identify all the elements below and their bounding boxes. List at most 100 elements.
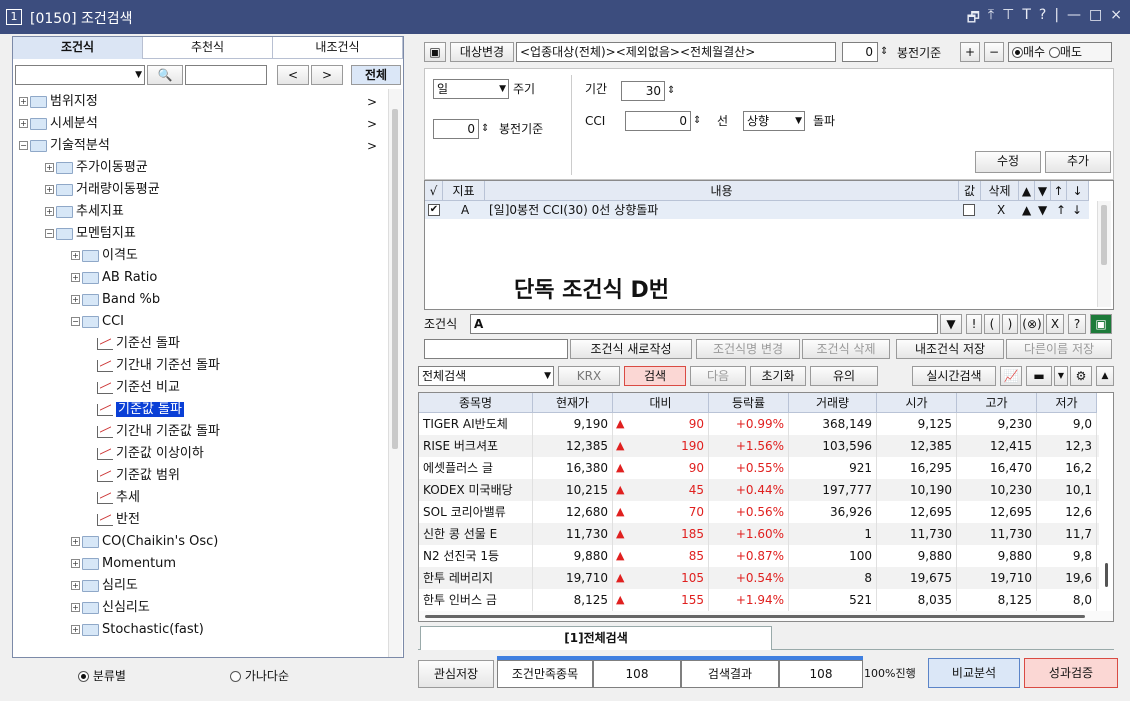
add-button[interactable]: 추가 (1045, 151, 1111, 173)
bong-basis-spin-icon[interactable]: ⇕ (481, 121, 489, 137)
sell-radio[interactable] (1048, 47, 1060, 58)
always-top-icon[interactable]: ⊤ (1002, 7, 1014, 31)
search-icon[interactable]: 🔍 (147, 65, 183, 85)
list-dropdown-icon[interactable]: ▼ (1054, 366, 1068, 386)
results-hscroll[interactable] (419, 611, 1113, 621)
expand-toggle-icon[interactable]: + (45, 207, 54, 216)
xor-button[interactable]: (⊗) (1020, 314, 1044, 334)
expand-toggle-icon[interactable]: + (71, 295, 80, 304)
expand-toggle-icon[interactable]: − (45, 229, 54, 238)
new-condition-button[interactable]: 조건식 새로작성 (570, 339, 692, 359)
table-row[interactable]: 신한 콩 선물 E 11,730 ▲ 185 +1.60% 1 11,730 11,730 11… (419, 523, 1099, 545)
maximize-icon[interactable]: □ (1089, 7, 1102, 31)
tree-item[interactable]: + AB Ratio (71, 267, 157, 289)
tree-item[interactable]: + Stochastic(fast) (71, 619, 204, 641)
chart-icon[interactable]: 📈 (1000, 366, 1022, 386)
tree-scrollbar[interactable] (388, 89, 402, 657)
tree-item[interactable]: − 기술적분석 (19, 135, 110, 157)
layout-icon[interactable]: ▣ (424, 42, 446, 62)
tree-item[interactable]: + 거래량이동평균 (45, 179, 160, 201)
delete-condition[interactable]: X (997, 202, 1005, 218)
fav-save-button[interactable]: 관심저장 (418, 660, 494, 688)
table-row[interactable]: 에셋플러스 글 16,380 ▲ 90 +0.55% 921 16,295 16,470 16,… (419, 457, 1099, 479)
tree-scroll-thumb[interactable] (392, 109, 398, 449)
help-icon[interactable]: ? (1039, 7, 1046, 31)
reset-button[interactable]: 초기화 (750, 366, 806, 386)
formula-dropdown-icon[interactable]: ▼ (940, 314, 962, 334)
plus-button[interactable]: + (960, 42, 980, 62)
expand-toggle-icon[interactable]: − (19, 141, 28, 150)
open-paren-button[interactable]: ( (984, 314, 1000, 334)
realtime-search-button[interactable]: 실시간검색 (912, 366, 996, 386)
results-hscroll-thumb[interactable] (425, 615, 1085, 618)
expand-toggle-icon[interactable]: + (45, 163, 54, 172)
collapse-icon[interactable]: ▲ (1096, 366, 1114, 386)
tree-item[interactable]: + 신심리도 (71, 597, 150, 619)
tree-item[interactable]: 기준값 돌파 (97, 399, 184, 421)
close-paren-button[interactable]: ) (1002, 314, 1018, 334)
condition-scrollbar[interactable] (1097, 201, 1111, 307)
tree-item[interactable]: 기준값 이상이하 (97, 443, 204, 465)
condition-name-field[interactable] (424, 339, 568, 359)
term-field[interactable]: 30 (621, 81, 665, 101)
table-row[interactable]: 한투 레버리지 19,710 ▲ 105 +0.54% 8 19,675 19,710 19,6 (419, 567, 1099, 589)
expand-toggle-icon[interactable]: + (19, 119, 28, 128)
direction-select[interactable]: 상향 ▼ (743, 111, 805, 131)
tree-item[interactable]: + Momentum (71, 553, 176, 575)
formula-field[interactable]: A (470, 314, 938, 334)
condition-scroll-thumb[interactable] (1101, 205, 1107, 265)
expand-toggle-icon[interactable]: + (71, 559, 80, 568)
expand-toggle-icon[interactable]: + (71, 251, 80, 260)
tree-item[interactable]: + Band %b (71, 289, 160, 311)
excel-icon[interactable]: ▣ (1090, 314, 1112, 334)
category-select[interactable]: ▼ (15, 65, 145, 85)
table-row[interactable]: KODEX 미국배당 10,215 ▲ 45 +0.44% 197,777 10,190 10… (419, 479, 1099, 501)
move-down-icon[interactable]: ▼ (1038, 202, 1047, 218)
minus-button[interactable]: − (984, 42, 1004, 62)
tree-item[interactable]: + 추세지표 (45, 201, 124, 223)
expand-toggle-icon[interactable]: + (71, 625, 80, 634)
next-page-button[interactable]: 다음 (690, 366, 746, 386)
tree-item[interactable]: + 범위지정 (19, 91, 98, 113)
expand-toggle-icon[interactable]: + (71, 273, 80, 282)
performance-verify-button[interactable]: 성과검증 (1024, 658, 1118, 688)
close-icon[interactable]: × (1110, 7, 1122, 31)
expand-toggle-icon[interactable]: + (71, 537, 80, 546)
move-top-icon[interactable]: ↑ (1056, 202, 1066, 218)
tree-item[interactable]: − CCI (71, 311, 124, 333)
tree-item[interactable]: 기간내 기준선 돌파 (97, 355, 220, 377)
tab-my-conditions[interactable]: 내조건식 (273, 37, 403, 59)
cci-spin-icon[interactable]: ⇕ (693, 113, 701, 129)
minimize-icon[interactable]: — (1067, 7, 1081, 31)
expand-toggle-icon[interactable]: + (71, 581, 80, 590)
radio-by-category[interactable]: 분류별 (78, 668, 126, 684)
value-checkbox[interactable] (963, 204, 975, 216)
settings-gear-icon[interactable]: ⚙ (1070, 366, 1092, 386)
tree-item[interactable]: 기준값 범위 (97, 465, 180, 487)
restore-icon[interactable]: 🗗 (967, 7, 980, 31)
rename-condition-button[interactable]: 조건식명 변경 (696, 339, 800, 359)
caution-button[interactable]: 유의 (810, 366, 878, 386)
target-text-field[interactable]: <업종대상(전체)><제외없음><전체월결산> (516, 42, 836, 62)
scope-select[interactable]: 전체검색 ▼ (418, 366, 554, 386)
change-target-button[interactable]: 대상변경 (450, 42, 514, 62)
tab-all-search[interactable]: [1]전체검색 (420, 626, 772, 650)
tree-item[interactable]: 반전 (97, 509, 140, 531)
condition-row[interactable]: ✔ A [일]0봉전 CCI(30) 0선 상향돌파 X ▲ ▼ ↑ ↓ (425, 201, 1089, 219)
search-button[interactable]: 검색 (624, 366, 686, 386)
table-row[interactable]: RISE 버크셔포 12,385 ▲ 190 +1.56% 103,596 12,385 12… (419, 435, 1099, 457)
table-row[interactable]: SOL 코리아밸류 12,680 ▲ 70 +0.56% 36,926 12,695 12,6… (419, 501, 1099, 523)
formula-help-button[interactable]: ? (1068, 314, 1086, 334)
radio-alphabetical[interactable]: 가나다순 (230, 668, 289, 684)
edit-button[interactable]: 수정 (975, 151, 1041, 173)
pin-icon[interactable]: ⤒ (988, 7, 994, 31)
tab-conditions[interactable]: 조건식 (13, 37, 143, 59)
font-icon[interactable]: T (1022, 7, 1031, 31)
search-input[interactable] (185, 65, 267, 85)
tree-item[interactable]: + CO(Chaikin's Osc) (71, 531, 218, 553)
results-vscroll-thumb[interactable] (1105, 563, 1108, 587)
expand-toggle-icon[interactable]: + (45, 185, 54, 194)
save-my-condition-button[interactable]: 내조건식 저장 (896, 339, 1004, 359)
tree-item[interactable]: 기간내 기준값 돌파 (97, 421, 220, 443)
krx-button[interactable]: KRX (558, 366, 620, 386)
